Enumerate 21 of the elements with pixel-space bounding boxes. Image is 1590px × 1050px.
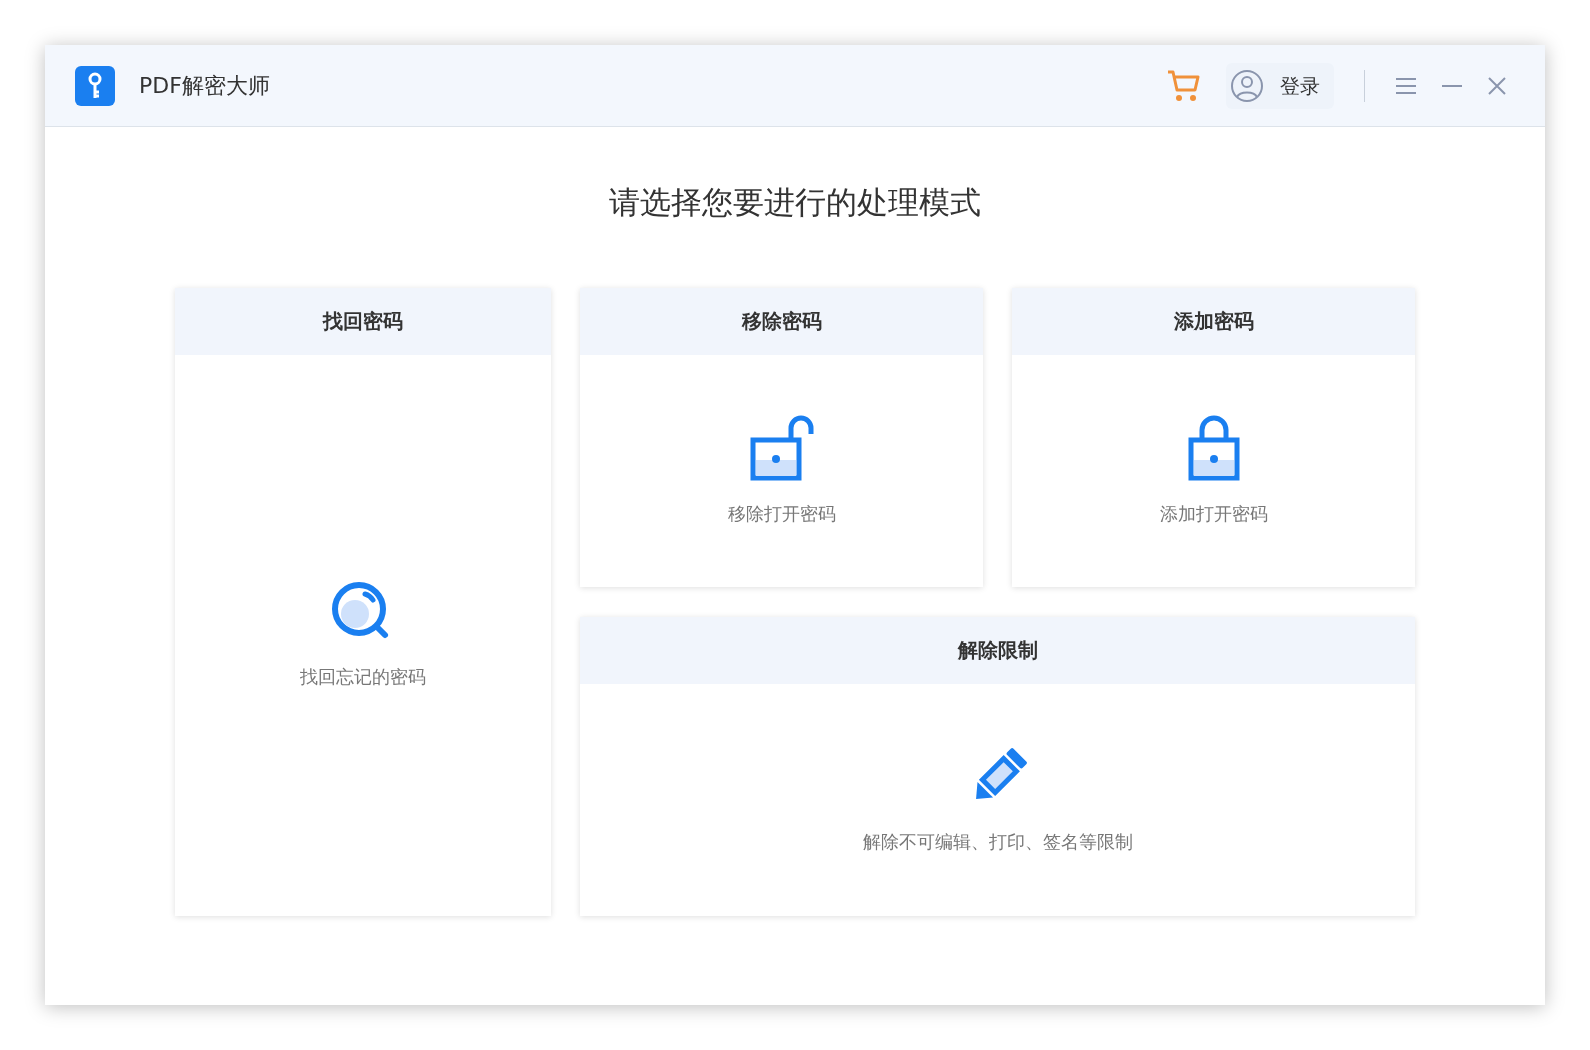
- close-icon[interactable]: [1487, 76, 1507, 96]
- page-heading: 请选择您要进行的处理模式: [608, 183, 982, 222]
- mode-card[interactable]: 解除限制 解除不可编辑、打印、签名等限制: [580, 616, 1415, 916]
- card-description: 找回忘记的密码: [300, 664, 426, 689]
- unlocked-padlock-icon: [748, 414, 815, 482]
- card-title: 解除限制: [580, 616, 1415, 684]
- mode-card[interactable]: 找回密码 找回忘记的密码: [175, 287, 551, 916]
- card-title: 找回密码: [175, 287, 551, 355]
- card-description: 添加打开密码: [1159, 502, 1268, 526]
- key-logo-icon: [75, 65, 115, 106]
- mode-card[interactable]: 移除密码 移除打开密码: [580, 287, 983, 587]
- user-icon: [1230, 68, 1264, 103]
- menu-icon[interactable]: [1395, 77, 1417, 95]
- app-title: PDF解密大师: [139, 72, 270, 100]
- login-button[interactable]: 登录: [1226, 62, 1334, 109]
- card-title: 添加密码: [1012, 287, 1415, 355]
- card-description: 移除打开密码: [727, 502, 836, 526]
- card-description: 解除不可编辑、打印、签名等限制: [862, 830, 1133, 854]
- mode-card[interactable]: 添加密码 添加打开密码: [1012, 287, 1415, 587]
- card-title: 移除密码: [580, 287, 983, 355]
- padlock-icon: [1186, 414, 1241, 482]
